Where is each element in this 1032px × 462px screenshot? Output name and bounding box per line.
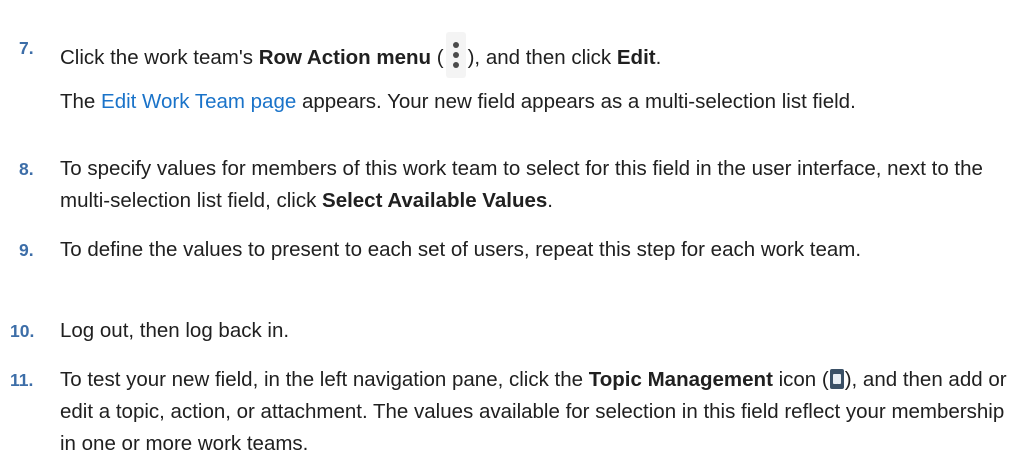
step-number: 7. <box>19 38 34 58</box>
step-text: Log out, then log back in. <box>60 319 290 342</box>
edit-label: Edit <box>616 46 656 69</box>
step-text: To test your new field, in the left navi… <box>60 368 1007 455</box>
step-number: 9. <box>19 240 34 260</box>
step-number: 11. <box>10 370 34 390</box>
step-text: To define the values to present to each … <box>60 238 862 261</box>
topic-management-icon <box>829 369 844 389</box>
vertical-ellipsis-icon <box>445 32 466 78</box>
select-available-values-label: Select Available Values <box>322 189 548 212</box>
row-action-menu-label: Row Action menu <box>258 46 432 69</box>
step-result-text: The Edit Work Team page appears. Your ne… <box>60 90 856 113</box>
step-text: To specify values for members of this wo… <box>60 157 983 212</box>
step-number: 10. <box>10 321 35 341</box>
step-text: Click the work team's Row Action menu ()… <box>60 32 1020 78</box>
topic-management-label: Topic Management <box>588 368 773 391</box>
edit-work-team-page-link[interactable]: Edit Work Team page <box>101 90 296 113</box>
step-number: 8. <box>19 159 34 179</box>
